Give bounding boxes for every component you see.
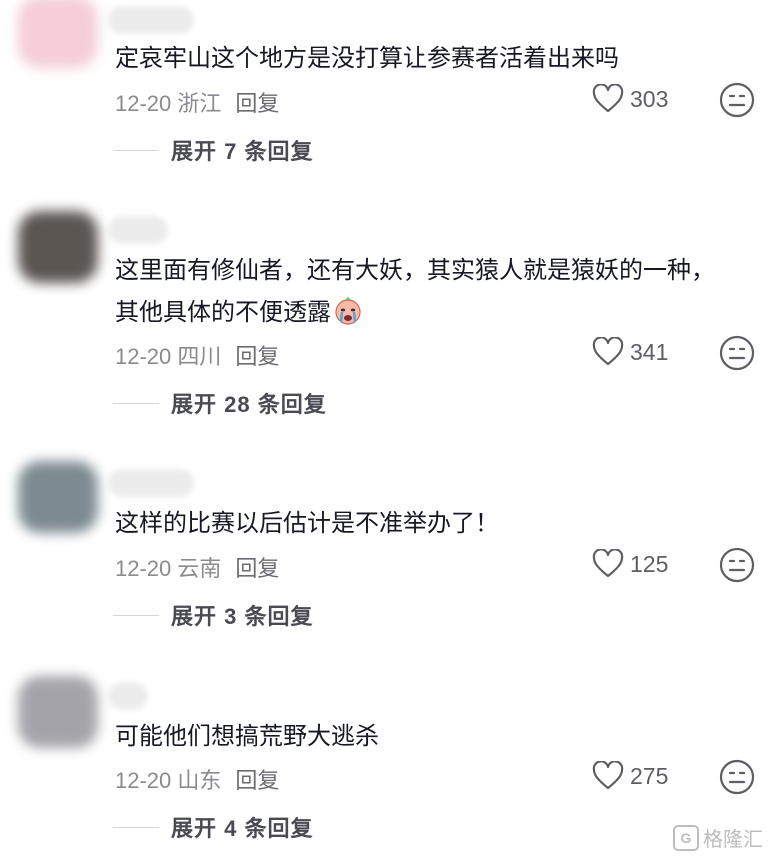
username[interactable] bbox=[108, 469, 194, 497]
like-count: 125 bbox=[630, 550, 669, 577]
expand-replies-button[interactable]: 展开 28 条回复 bbox=[113, 387, 327, 419]
expand-replies-button[interactable]: 展开 4 条回复 bbox=[113, 811, 313, 843]
like-button[interactable]: 303 bbox=[592, 84, 668, 114]
like-button[interactable]: 275 bbox=[592, 761, 668, 791]
comment-text: 这样的比赛以后估计是不准举办了！ bbox=[115, 510, 499, 537]
reply-button[interactable]: 回复 bbox=[235, 344, 279, 369]
like-button[interactable]: 341 bbox=[592, 337, 668, 367]
like-count: 341 bbox=[630, 338, 669, 365]
comment-meta: 12-20 云南 回复 bbox=[115, 551, 279, 583]
avatar[interactable] bbox=[18, 0, 98, 68]
username[interactable] bbox=[108, 682, 148, 710]
watermark-text: 格隆汇 bbox=[703, 829, 763, 851]
expand-divider-line bbox=[113, 614, 159, 616]
comment-meta: 12-20 四川 回复 bbox=[115, 339, 279, 371]
heart-outline-icon bbox=[592, 761, 624, 790]
reply-button[interactable]: 回复 bbox=[235, 556, 279, 581]
expand-replies-button[interactable]: 展开 7 条回复 bbox=[113, 134, 313, 166]
comment-text: 这里面有修仙者，还有大妖，其实猿人就是猿妖的一种，其他具体的不便透露 bbox=[115, 250, 735, 334]
neutral-face-icon[interactable] bbox=[718, 334, 756, 372]
like-count: 275 bbox=[630, 762, 669, 789]
expand-replies-label: 展开 3 条回复 bbox=[171, 604, 314, 629]
username[interactable] bbox=[108, 6, 194, 34]
expand-replies-label: 展开 4 条回复 bbox=[171, 816, 314, 841]
neutral-face-icon[interactable] bbox=[718, 758, 756, 796]
expand-divider-line bbox=[113, 826, 159, 828]
expand-replies-button[interactable]: 展开 3 条回复 bbox=[113, 599, 313, 631]
username[interactable] bbox=[108, 216, 168, 244]
comment-date-location: 12-20 云南 bbox=[115, 556, 222, 581]
expand-replies-label: 展开 28 条回复 bbox=[171, 392, 327, 417]
neutral-face-icon[interactable] bbox=[718, 546, 756, 584]
comment-text-content: 这里面有修仙者，还有大妖，其实猿人就是猿妖的一种，其他具体的不便透露 bbox=[115, 257, 715, 326]
comment-date-location: 12-20 四川 bbox=[115, 344, 222, 369]
heart-outline-icon bbox=[592, 549, 624, 578]
avatar[interactable] bbox=[18, 211, 98, 283]
comment-meta: 12-20 山东 回复 bbox=[115, 763, 279, 795]
avatar[interactable] bbox=[18, 461, 98, 533]
watermark: G 格隆汇 bbox=[673, 823, 763, 852]
comment-meta: 12-20 浙江 回复 bbox=[115, 86, 279, 118]
expand-divider-line bbox=[113, 402, 159, 404]
reply-button[interactable]: 回复 bbox=[235, 768, 279, 793]
expand-replies-label: 展开 7 条回复 bbox=[171, 139, 314, 164]
watermark-logo: G bbox=[673, 824, 699, 851]
comment-text: 可能他们想搞荒野大逃杀 bbox=[115, 723, 379, 750]
expand-divider-line bbox=[113, 149, 159, 151]
comment-date-location: 12-20 山东 bbox=[115, 768, 222, 793]
comment-text: 定哀牢山这个地方是没打算让参赛者活着出来吗 bbox=[115, 45, 619, 72]
avatar[interactable] bbox=[18, 676, 98, 748]
comment-date-location: 12-20 浙江 bbox=[115, 91, 222, 116]
like-count: 303 bbox=[630, 85, 669, 112]
reply-button[interactable]: 回复 bbox=[235, 91, 279, 116]
heart-outline-icon bbox=[592, 337, 624, 366]
neutral-face-icon[interactable] bbox=[718, 81, 756, 119]
crying-face-emoji bbox=[335, 297, 361, 325]
like-button[interactable]: 125 bbox=[592, 549, 668, 579]
heart-outline-icon bbox=[592, 84, 624, 113]
